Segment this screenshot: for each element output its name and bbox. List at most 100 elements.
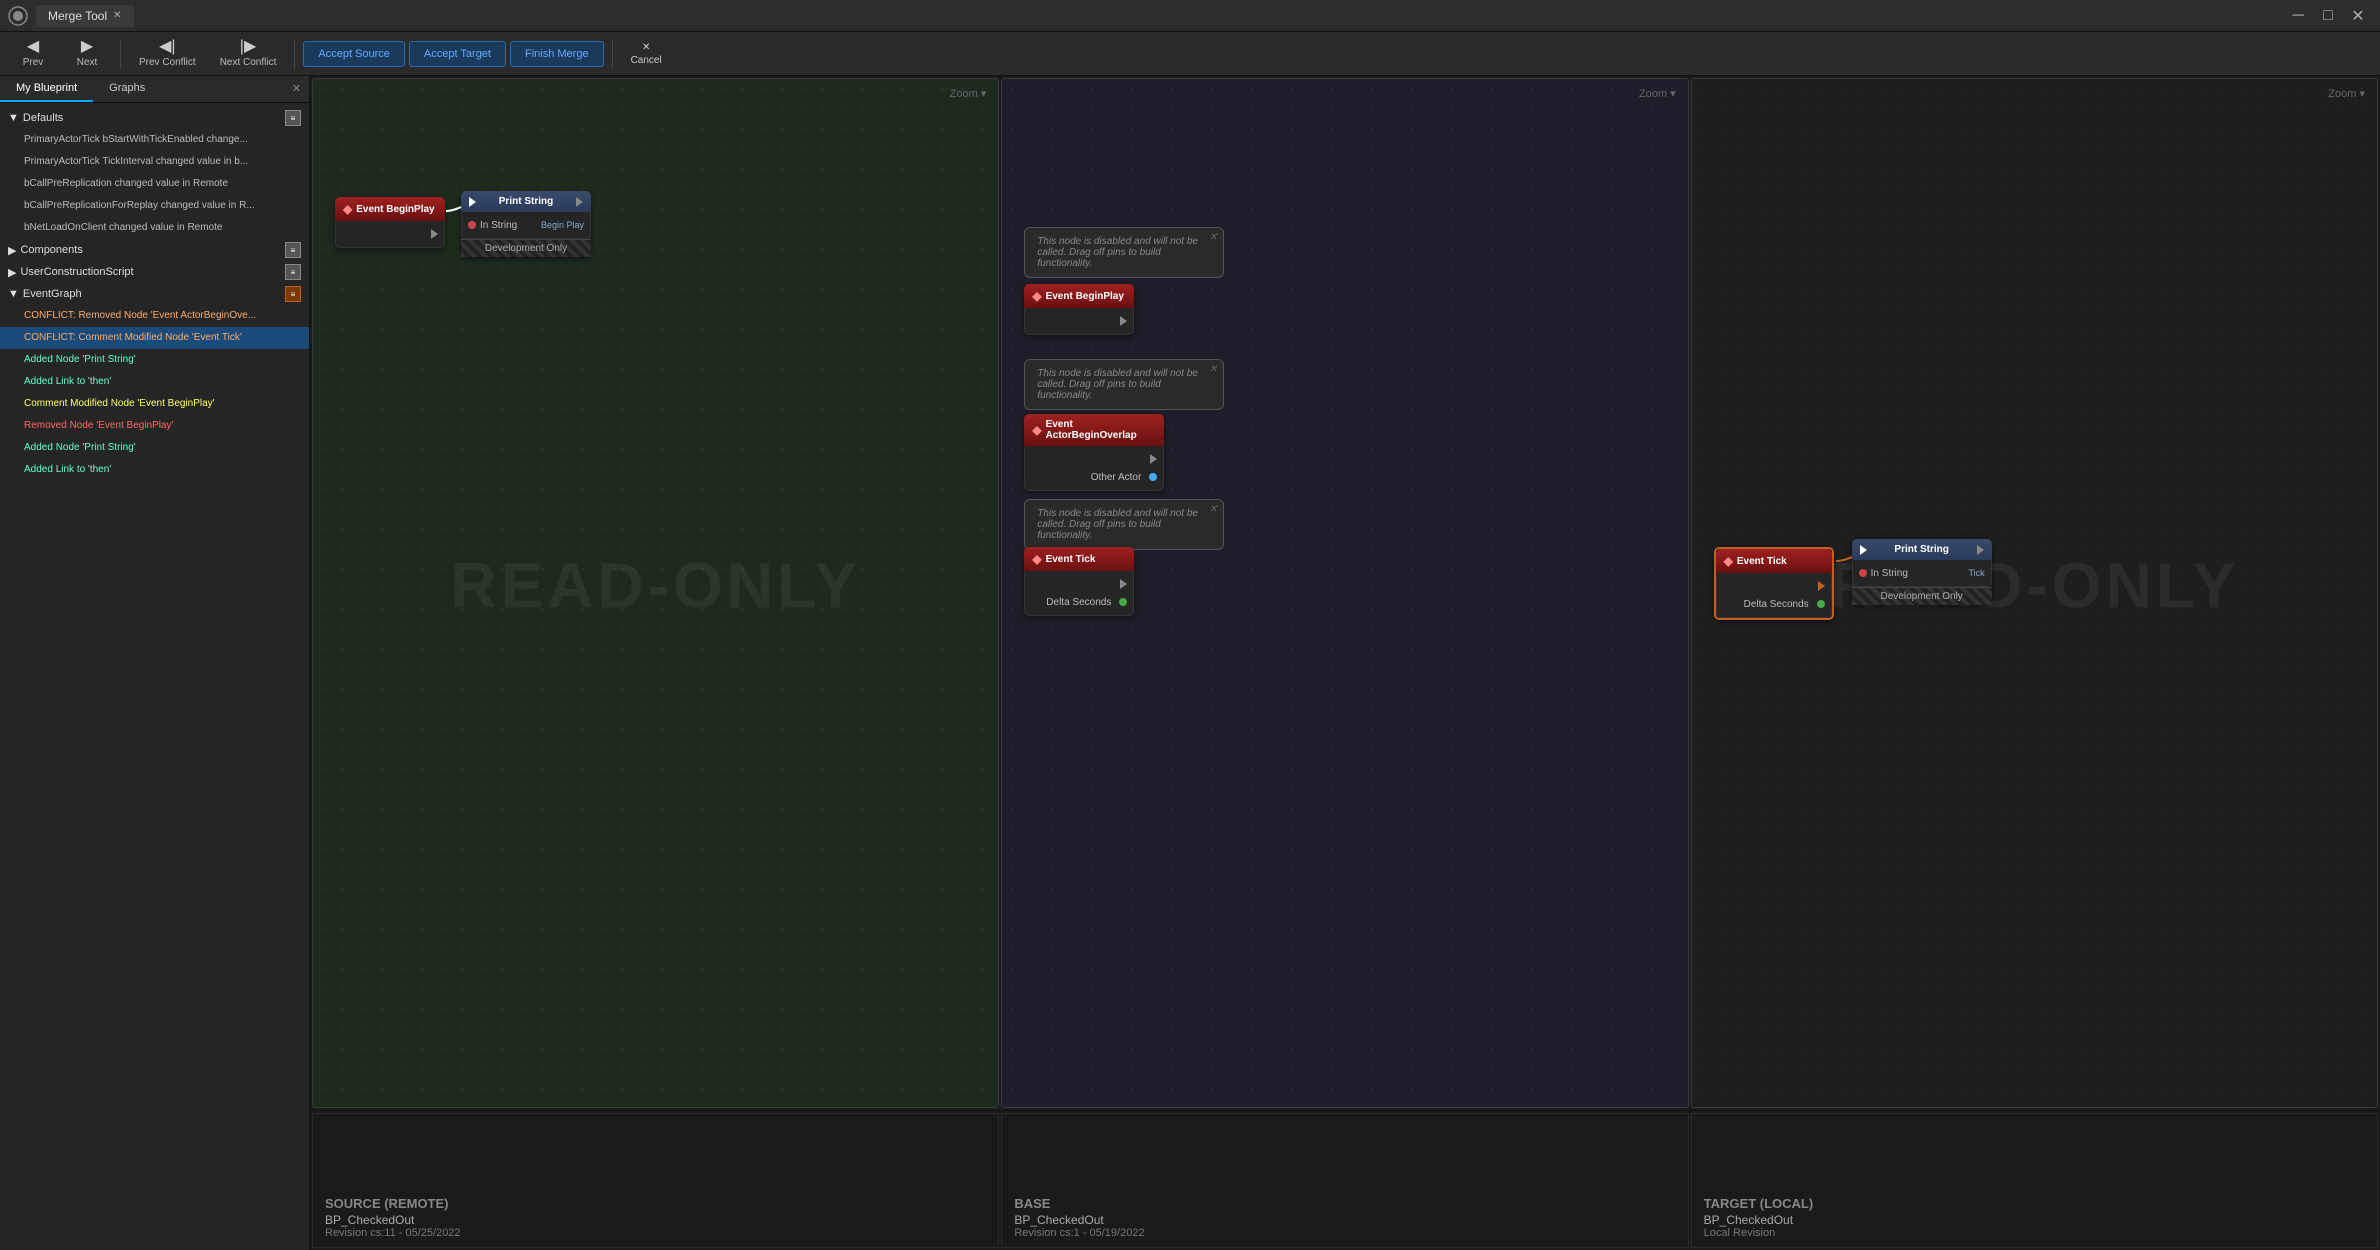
zoom-label-3: Zoom ▾ <box>2328 87 2365 100</box>
tree-item-conflict-1[interactable]: CONFLICT: Removed Node 'Event ActorBegin… <box>0 305 309 327</box>
collapse-arrow-2: ▶ <box>8 244 16 257</box>
minimize-button[interactable]: ─ <box>2284 2 2312 30</box>
in-string-pin <box>468 221 476 229</box>
event-actor-title: ◆ Event ActorBeginOverlap <box>1024 414 1164 446</box>
accept-target-button[interactable]: Accept Target <box>409 41 506 67</box>
prev-conflict-label: Prev Conflict <box>139 57 196 68</box>
in-string-value: Begin Play <box>541 220 584 230</box>
next-button[interactable]: ▶ Next <box>62 35 112 72</box>
tree-item-added-1[interactable]: Added Node 'Print String' <box>0 349 309 371</box>
tree-category-event-graph[interactable]: ▼ EventGraph ≡ <box>0 283 309 305</box>
bottom-panels: SOURCE (REMOTE) BP_CheckedOut Revision c… <box>310 1110 2380 1250</box>
cancel-label: Cancel <box>631 55 662 66</box>
print-string-target[interactable]: Print String In String Tick Development … <box>1852 539 1992 605</box>
exec-out-pin-3 <box>1150 454 1157 464</box>
other-actor-pin <box>1149 473 1157 481</box>
tree-item-4[interactable]: bNetLoadOnClient changed value in Remote <box>0 217 309 239</box>
prev-button[interactable]: ◀ Prev <box>8 35 58 72</box>
components-icon: ≡ <box>285 242 301 258</box>
event-tick-target[interactable]: ◆ Event Tick Delta Seconds <box>1714 547 1834 620</box>
close-x-2[interactable]: ✕ <box>1209 364 1217 375</box>
next-conflict-label: Next Conflict <box>220 57 277 68</box>
disabled-node-1: ✕ This node is disabled and will not be … <box>1024 227 1224 278</box>
window-controls: ─ □ ✕ <box>2284 2 2372 30</box>
left-tabs: My Blueprint Graphs ✕ <box>0 76 309 103</box>
disabled-node-2: ✕ This node is disabled and will not be … <box>1024 359 1224 410</box>
zoom-indicator-1[interactable]: Zoom ▾ <box>950 87 987 100</box>
exec-in-pin <box>469 197 476 207</box>
tab-close-icon[interactable]: ✕ <box>284 76 309 102</box>
tree-category-label-3: UserConstructionScript <box>20 266 133 278</box>
disabled-node-3: ✕ This node is disabled and will not be … <box>1024 499 1224 550</box>
window-tab-close[interactable]: ✕ <box>113 10 121 21</box>
separator-2 <box>294 39 295 69</box>
tree-item-removed-1[interactable]: Removed Node 'Event BeginPlay' <box>0 415 309 437</box>
tab-my-blueprint[interactable]: My Blueprint <box>0 76 93 102</box>
tree-item-added-link-2[interactable]: Added Link to 'then' <box>0 459 309 481</box>
defaults-icon: ≡ <box>285 110 301 126</box>
tree-item-added-link-1[interactable]: Added Link to 'then' <box>0 371 309 393</box>
prev-label: Prev <box>23 57 44 68</box>
bottom-panel-source: SOURCE (REMOTE) BP_CheckedOut Revision c… <box>312 1113 999 1248</box>
graph-panel-source[interactable]: READ-ONLY Zoom ▾ ◆ Event BeginPlay <box>312 78 999 1108</box>
close-button[interactable]: ✕ <box>2344 2 2372 30</box>
bottom-panel-target: TARGET (LOCAL) BP_CheckedOut Local Revis… <box>1691 1113 2378 1248</box>
zoom-indicator-3[interactable]: Zoom ▾ <box>2328 87 2365 100</box>
finish-merge-button[interactable]: Finish Merge <box>510 41 604 67</box>
right-content: READ-ONLY Zoom ▾ ◆ Event BeginPlay <box>310 76 2380 1250</box>
next-conflict-button[interactable]: |▶ Next Conflict <box>210 35 287 72</box>
source-label: SOURCE (REMOTE) <box>325 1196 986 1211</box>
tree-category-defaults[interactable]: ▼ Defaults ≡ <box>0 107 309 129</box>
tree-item-1[interactable]: PrimaryActorTick TickInterval changed va… <box>0 151 309 173</box>
close-x-1[interactable]: ✕ <box>1209 232 1217 243</box>
event-tick-base-content: Delta Seconds <box>1024 571 1134 616</box>
tree-item-conflict-2[interactable]: CONFLICT: Comment Modified Node 'Event T… <box>0 327 309 349</box>
close-x-3[interactable]: ✕ <box>1209 504 1217 515</box>
maximize-button[interactable]: □ <box>2314 2 2342 30</box>
print-string-node[interactable]: Print String In String Begin Play Develo… <box>461 191 591 257</box>
tree-item-comment-1[interactable]: Comment Modified Node 'Event BeginPlay' <box>0 393 309 415</box>
tree-item-3[interactable]: bCallPreReplicationForReplay changed val… <box>0 195 309 217</box>
window-tab[interactable]: Merge Tool ✕ <box>36 5 134 27</box>
base-name: BP_CheckedOut <box>1014 1213 1675 1227</box>
prev-icon: ◀ <box>27 39 39 55</box>
in-string-pin-2 <box>1859 569 1867 577</box>
event-graph-icon: ≡ <box>285 286 301 302</box>
event-tick-target-content: Delta Seconds <box>1716 573 1832 618</box>
event-begin-play-content <box>335 221 445 248</box>
event-begin-play-title: ◆ Event BeginPlay <box>335 197 445 221</box>
base-revision: Revision cs:1 - 05/19/2022 <box>1014 1227 1675 1239</box>
next-label: Next <box>77 57 98 68</box>
left-tree: ▼ Defaults ≡ PrimaryActorTick bStartWith… <box>0 103 309 1250</box>
zoom-label-1: Zoom ▾ <box>950 87 987 100</box>
collapse-arrow-4: ▼ <box>8 288 19 300</box>
cancel-icon: ✕ <box>642 42 650 53</box>
window-title: Merge Tool <box>48 9 107 23</box>
event-begin-play-label: Event BeginPlay <box>356 204 434 215</box>
event-begin-play-base[interactable]: ◆ Event BeginPlay <box>1024 284 1134 335</box>
in-string-pin-row: In String Begin Play <box>462 216 590 234</box>
tree-category-ucs[interactable]: ▶ UserConstructionScript ≡ <box>0 261 309 283</box>
tree-category-label: Defaults <box>23 112 63 124</box>
tree-item-2[interactable]: bCallPreReplication changed value in Rem… <box>0 173 309 195</box>
separator-3 <box>612 39 613 69</box>
tab-graphs[interactable]: Graphs <box>93 76 161 102</box>
graph-panels: READ-ONLY Zoom ▾ ◆ Event BeginPlay <box>310 76 2380 1110</box>
tree-item-0[interactable]: PrimaryActorTick bStartWithTickEnabled c… <box>0 129 309 151</box>
accept-source-button[interactable]: Accept Source <box>303 41 405 67</box>
graph-panel-target[interactable]: READ-ONLY Zoom ▾ ◆ Event Tick <box>1691 78 2378 1108</box>
exec-out-pin-2 <box>1120 316 1127 326</box>
tree-category-label-4: EventGraph <box>23 288 82 300</box>
tree-category-components[interactable]: ▶ Components ≡ <box>0 239 309 261</box>
main-content: My Blueprint Graphs ✕ ▼ Defaults ≡ Prima… <box>0 76 2380 1250</box>
event-begin-play-node[interactable]: ◆ Event BeginPlay <box>335 197 445 248</box>
event-actor-begin-overlap[interactable]: ◆ Event ActorBeginOverlap Other Actor <box>1024 414 1164 491</box>
graph-panel-base[interactable]: Zoom ▾ ✕ This node is disabled and will … <box>1001 78 1688 1108</box>
zoom-indicator-2[interactable]: Zoom ▾ <box>1639 87 1676 100</box>
target-revision: Local Revision <box>1704 1227 2365 1239</box>
event-tick-base[interactable]: ◆ Event Tick Delta Seconds <box>1024 547 1134 616</box>
print-string-content: In String Begin Play <box>461 212 591 239</box>
tree-item-added-2[interactable]: Added Node 'Print String' <box>0 437 309 459</box>
cancel-button[interactable]: ✕ Cancel <box>621 38 672 70</box>
prev-conflict-button[interactable]: ◀| Prev Conflict <box>129 35 206 72</box>
